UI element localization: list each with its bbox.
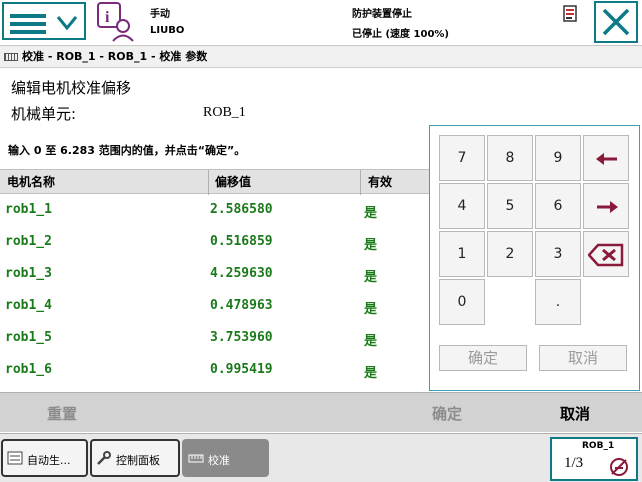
calibration-icon: [188, 454, 204, 463]
key-9[interactable]: 9: [535, 135, 581, 181]
key-3[interactable]: 3: [535, 231, 581, 277]
status-bar: i 手动 LIUBO 防护装置停止 已停止 (速度 100%): [0, 0, 642, 46]
quickset-unit: ROB_1: [582, 441, 615, 451]
hamburger-icon: [10, 14, 46, 34]
controller-state: 防护装置停止: [352, 9, 412, 20]
cancel-button[interactable]: 取消: [560, 403, 590, 424]
keypad-ok-button[interactable]: 确定: [439, 345, 527, 371]
valid-value: 是: [364, 238, 378, 253]
run-speed: 已停止 (速度 100%): [352, 29, 449, 40]
numeric-keypad: 7 8 9 4 5 6 1 2 3 0 . 确定 取消: [429, 125, 640, 391]
wrench-icon: [97, 451, 111, 465]
event-log-icon[interactable]: i: [96, 2, 136, 42]
motor-name: rob1_3: [5, 266, 52, 281]
column-divider: [360, 170, 361, 195]
valid-value: 是: [364, 270, 378, 285]
motor-name: rob1_5: [5, 330, 52, 345]
motor-name: rob1_4: [5, 298, 52, 313]
arrow-left-icon: [596, 153, 617, 165]
backspace-icon: [588, 243, 624, 267]
close-icon: [602, 8, 630, 36]
task-autoconfig[interactable]: 自动生...: [1, 439, 88, 477]
table-row[interactable]: rob1_1 2.586580 是: [0, 195, 430, 227]
motor-name: rob1_1: [5, 202, 52, 217]
offset-value: 0.516859: [210, 234, 273, 249]
speed-icon: [610, 458, 628, 476]
backspace-key[interactable]: [583, 231, 629, 277]
taskbar: 自动生... 控制面板 校准 ROB_1 1/3: [0, 433, 642, 482]
breadcrumb-text: 校准 - ROB_1 - ROB_1 - 校准 参数: [22, 50, 208, 63]
offset-value: 4.259630: [210, 266, 273, 281]
cursor-right-key[interactable]: [583, 183, 629, 229]
ok-button[interactable]: 确定: [432, 403, 462, 424]
abb-menu-button[interactable]: [2, 2, 86, 40]
key-0[interactable]: 0: [439, 279, 485, 325]
increment-fraction: 1/3: [564, 455, 584, 471]
motor-name: rob1_6: [5, 362, 52, 377]
reset-button[interactable]: 重置: [47, 403, 77, 424]
valid-value: 是: [364, 206, 378, 221]
chevron-down-icon: [56, 16, 78, 31]
col-valid: 有效: [368, 175, 393, 189]
cursor-left-key[interactable]: [583, 135, 629, 181]
mech-unit-value: ROB_1: [203, 105, 246, 120]
task-label: 自动生...: [27, 454, 71, 467]
key-8[interactable]: 8: [487, 135, 533, 181]
valid-value: 是: [364, 334, 378, 349]
key-1[interactable]: 1: [439, 231, 485, 277]
keypad-cancel-button[interactable]: 取消: [539, 345, 627, 371]
table-row[interactable]: rob1_6 0.995419 是: [0, 355, 430, 387]
offset-value: 2.586580: [210, 202, 273, 217]
key-6[interactable]: 6: [535, 183, 581, 229]
key-decimal[interactable]: .: [535, 279, 581, 325]
table-row[interactable]: rob1_2 0.516859 是: [0, 227, 430, 259]
key-5[interactable]: 5: [487, 183, 533, 229]
mech-unit-label: 机械单元:: [11, 105, 77, 123]
key-7[interactable]: 7: [439, 135, 485, 181]
table-row[interactable]: rob1_3 4.259630 是: [0, 259, 430, 291]
task-label: 校准: [208, 454, 230, 467]
calibration-icon: [4, 53, 18, 61]
instruction-text: 输入 0 至 6.283 范围内的值，并点击“确定”。: [8, 144, 246, 157]
arrow-right-icon: [597, 201, 618, 213]
task-calibration[interactable]: 校准: [182, 439, 269, 477]
table-row[interactable]: rob1_4 0.478963 是: [0, 291, 430, 323]
quickset-button[interactable]: ROB_1 1/3: [550, 437, 638, 481]
column-divider: [208, 170, 209, 195]
table-row[interactable]: rob1_5 3.753960 是: [0, 323, 430, 355]
key-4[interactable]: 4: [439, 183, 485, 229]
table-header: 电机名称 偏移值 有效: [0, 169, 430, 195]
valid-value: 是: [364, 366, 378, 381]
svg-text:i: i: [105, 9, 110, 26]
command-bar: 重置 确定 取消: [0, 392, 642, 432]
offset-value: 0.478963: [210, 298, 273, 313]
motor-name: rob1_2: [5, 234, 52, 249]
offset-value: 3.753960: [210, 330, 273, 345]
col-motor-name: 电机名称: [7, 175, 56, 189]
key-2[interactable]: 2: [487, 231, 533, 277]
page-title: 编辑电机校准偏移: [11, 79, 132, 97]
close-button[interactable]: [594, 1, 638, 43]
controller-name: LIUBO: [150, 25, 185, 36]
col-offset: 偏移值: [215, 175, 252, 189]
valid-value: 是: [364, 302, 378, 317]
operation-mode: 手动: [150, 9, 170, 20]
task-control-panel[interactable]: 控制面板: [90, 439, 180, 477]
task-label: 控制面板: [116, 454, 160, 467]
program-icon: [7, 451, 23, 465]
breadcrumb: 校准 - ROB_1 - ROB_1 - 校准 参数: [0, 46, 642, 68]
offset-value: 0.995419: [210, 362, 273, 377]
window-switch-icon[interactable]: [562, 5, 580, 23]
